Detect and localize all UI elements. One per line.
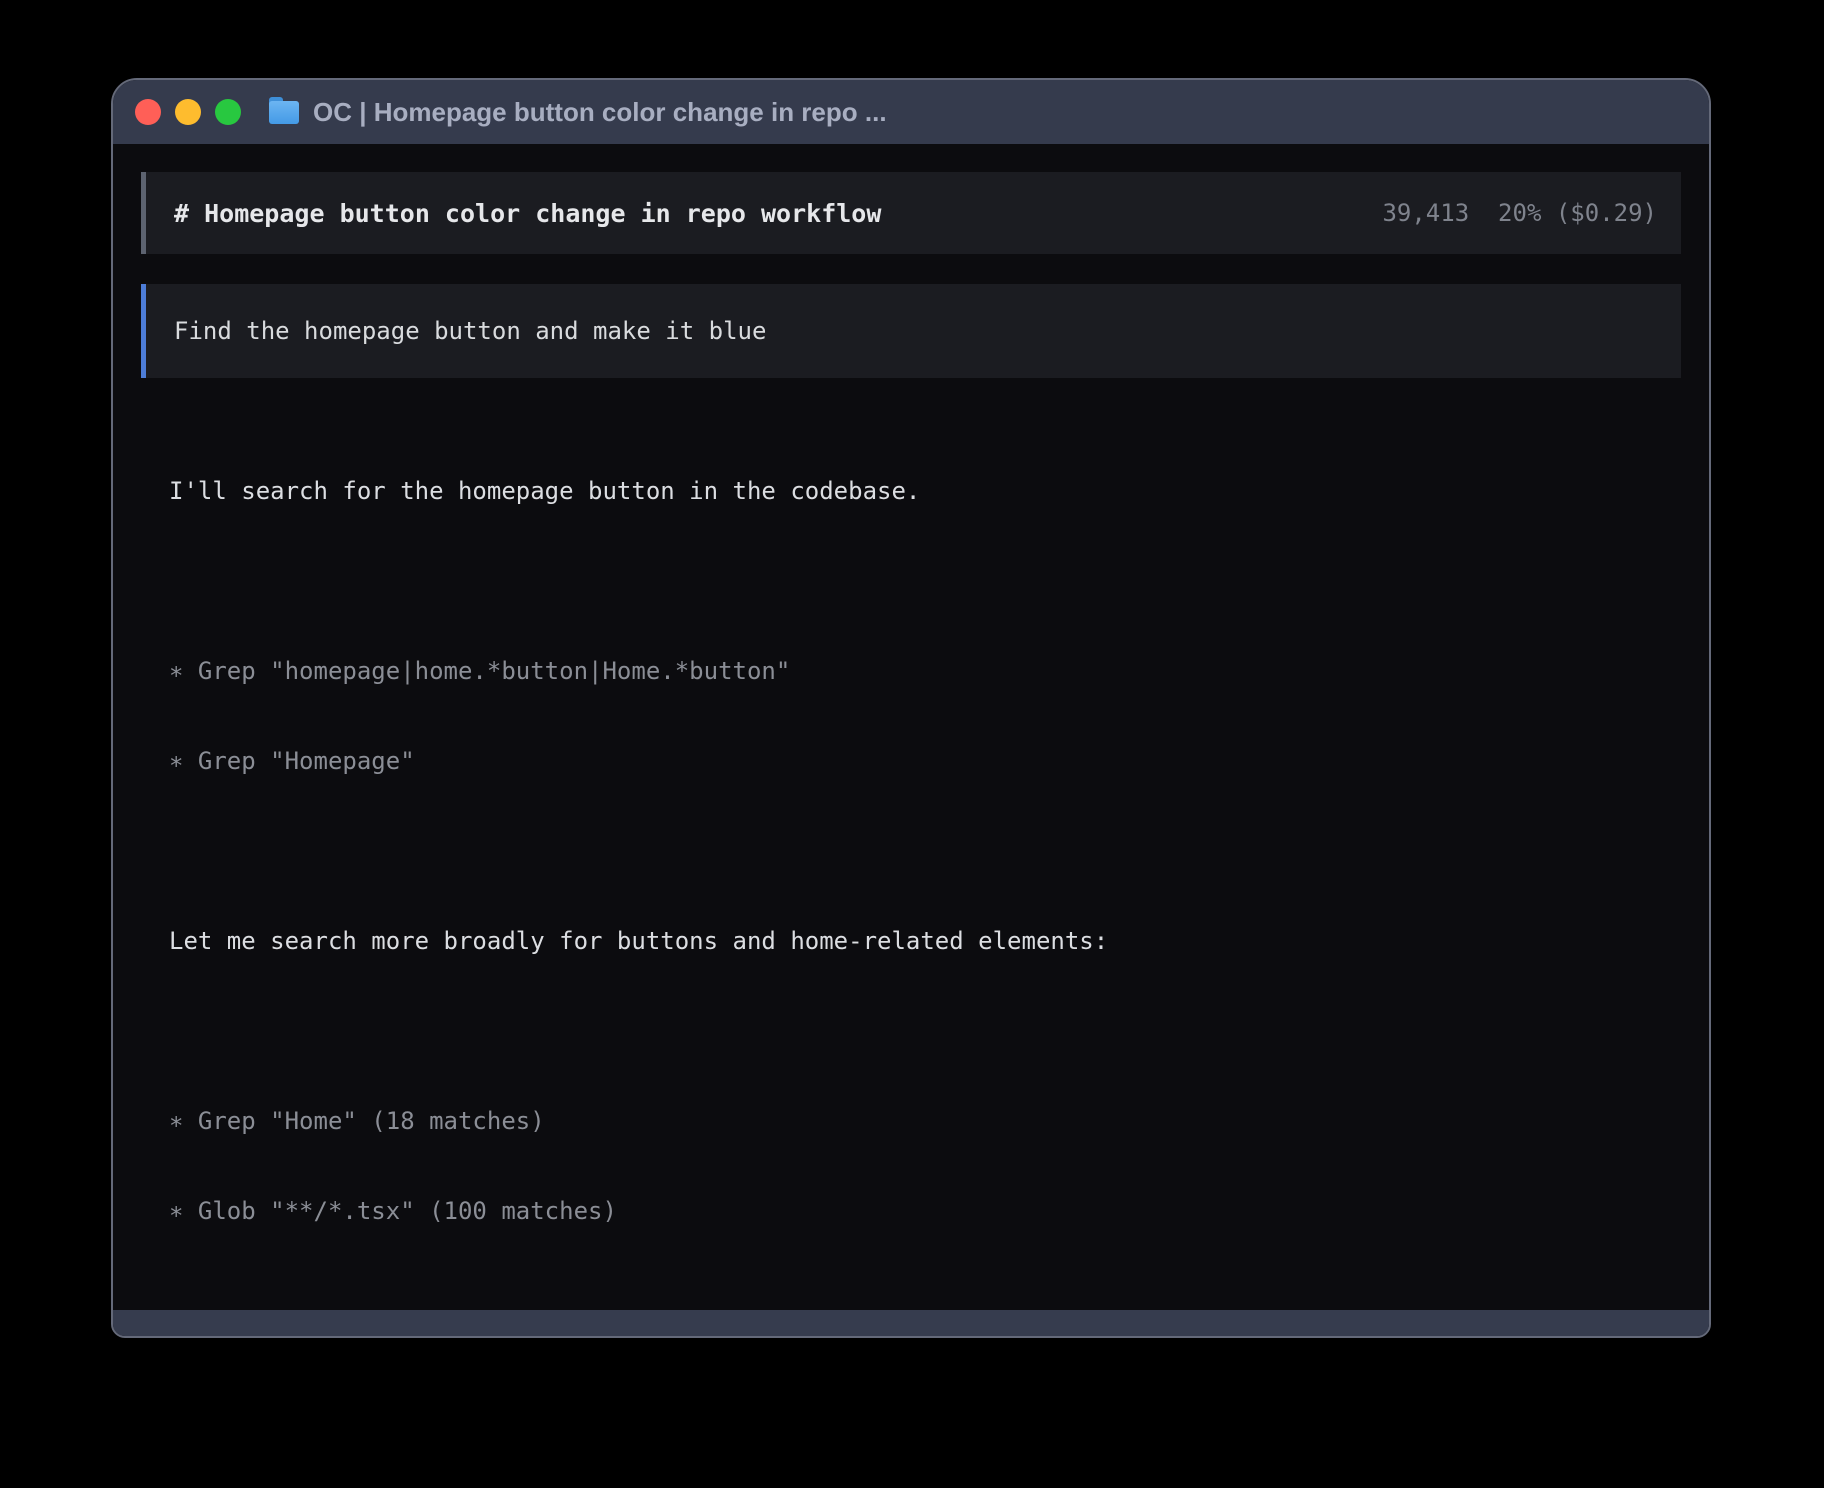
terminal-content: # Homepage button color change in repo w… — [113, 144, 1709, 1338]
session-stats: 39,413 20% ($0.29) — [1382, 199, 1657, 227]
user-message: Find the homepage button and make it blu… — [141, 284, 1681, 378]
tool-call-grep: ∗ Grep "homepage|home.*button|Home.*butt… — [169, 656, 1681, 686]
tool-call-grep: ∗ Grep "Homepage" — [169, 746, 1681, 776]
traffic-lights — [135, 99, 241, 125]
titlebar[interactable]: OC | Homepage button color change in rep… — [113, 80, 1709, 144]
user-message-text: Find the homepage button and make it blu… — [174, 317, 766, 345]
minimize-button[interactable] — [175, 99, 201, 125]
assistant-text: Let me search more broadly for buttons a… — [169, 926, 1681, 956]
close-button[interactable] — [135, 99, 161, 125]
folder-icon — [269, 101, 299, 124]
tool-call-grep: ∗ Grep "Home" (18 matches) — [169, 1106, 1681, 1136]
zoom-button[interactable] — [215, 99, 241, 125]
window-bottom-chrome — [113, 1310, 1709, 1336]
session-header: # Homepage button color change in repo w… — [141, 172, 1681, 254]
window-title: OC | Homepage button color change in rep… — [313, 97, 887, 128]
assistant-text: I'll search for the homepage button in t… — [169, 476, 1681, 506]
assistant-transcript: I'll search for the homepage button in t… — [141, 416, 1681, 1338]
tool-call-glob: ∗ Glob "**/*.tsx" (100 matches) — [169, 1196, 1681, 1226]
session-title: # Homepage button color change in repo w… — [174, 199, 881, 228]
terminal-window: OC | Homepage button color change in rep… — [111, 78, 1711, 1338]
